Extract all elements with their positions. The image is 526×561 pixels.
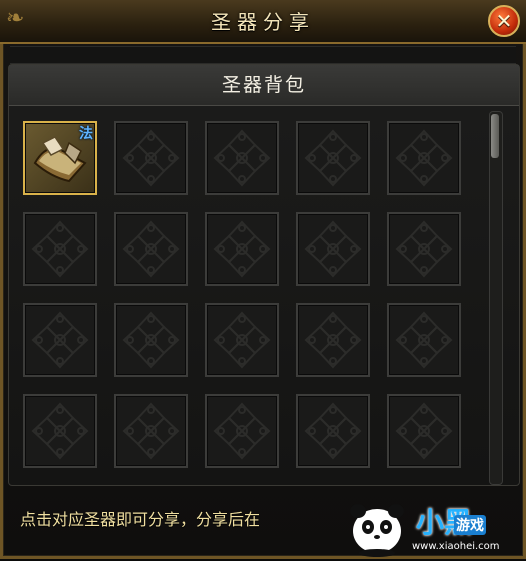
diamond-knot-emblem-icon (213, 220, 271, 278)
scroll-thumb[interactable] (491, 114, 499, 158)
title-bar: ❧ 圣器分享 ✕ (0, 0, 526, 44)
diamond-knot-emblem-icon (31, 402, 89, 460)
item-slot-empty[interactable] (23, 303, 97, 377)
item-slot-empty[interactable] (205, 212, 279, 286)
panda-icon (350, 504, 404, 557)
item-slot-empty[interactable] (387, 394, 461, 468)
item-slot-empty[interactable] (387, 212, 461, 286)
dialog-title: 圣器分享 (211, 10, 315, 34)
item-slot-empty[interactable] (296, 121, 370, 195)
diamond-knot-emblem-icon (304, 402, 362, 460)
diamond-knot-emblem-icon (122, 311, 180, 369)
item-slot-empty[interactable] (205, 394, 279, 468)
item-slot-empty[interactable] (296, 394, 370, 468)
diamond-knot-emblem-icon (395, 311, 453, 369)
close-icon: ✕ (495, 9, 513, 33)
diamond-knot-emblem-icon (122, 402, 180, 460)
bag-scrollbar[interactable] (489, 111, 503, 485)
item-slot-empty[interactable] (387, 303, 461, 377)
item-slot-empty[interactable] (205, 121, 279, 195)
item-grid: 法 (23, 121, 463, 468)
item-slot-empty[interactable] (387, 121, 461, 195)
bag-panel: 圣器背包 法 (8, 64, 520, 486)
diamond-knot-emblem-icon (395, 402, 453, 460)
item-slot-empty[interactable] (114, 121, 188, 195)
diamond-knot-emblem-icon (213, 402, 271, 460)
item-slot-empty[interactable] (296, 212, 370, 286)
bag-title: 圣器背包 (9, 65, 519, 106)
watermark-brand-sub: 游戏 (454, 515, 486, 535)
item-slot-empty[interactable] (114, 212, 188, 286)
diamond-knot-emblem-icon (122, 129, 180, 187)
diamond-knot-emblem-icon (395, 129, 453, 187)
watermark-logo: 小黑 游戏 www.xiaohei.com (342, 497, 522, 557)
item-slot-empty[interactable] (23, 394, 97, 468)
diamond-knot-emblem-icon (304, 220, 362, 278)
diamond-knot-emblem-icon (395, 220, 453, 278)
diamond-knot-emblem-icon (304, 129, 362, 187)
item-type-badge: 法 (79, 126, 93, 142)
diamond-knot-emblem-icon (213, 311, 271, 369)
diamond-knot-emblem-icon (213, 129, 271, 187)
diamond-knot-emblem-icon (304, 311, 362, 369)
share-hint: 点击对应圣器即可分享，分享后在 (20, 510, 261, 529)
close-button[interactable]: ✕ (488, 5, 520, 37)
watermark-url: www.xiaohei.com (412, 541, 500, 552)
diamond-knot-emblem-icon (31, 311, 89, 369)
item-slot-empty[interactable] (114, 303, 188, 377)
sub-strip (10, 46, 516, 64)
item-slot-empty[interactable] (205, 303, 279, 377)
item-slot-empty[interactable] (23, 212, 97, 286)
diamond-knot-emblem-icon (122, 220, 180, 278)
item-slot-empty[interactable] (296, 303, 370, 377)
item-slot-filled[interactable]: 法 (23, 121, 97, 195)
item-slot-empty[interactable] (114, 394, 188, 468)
diamond-knot-emblem-icon (31, 220, 89, 278)
